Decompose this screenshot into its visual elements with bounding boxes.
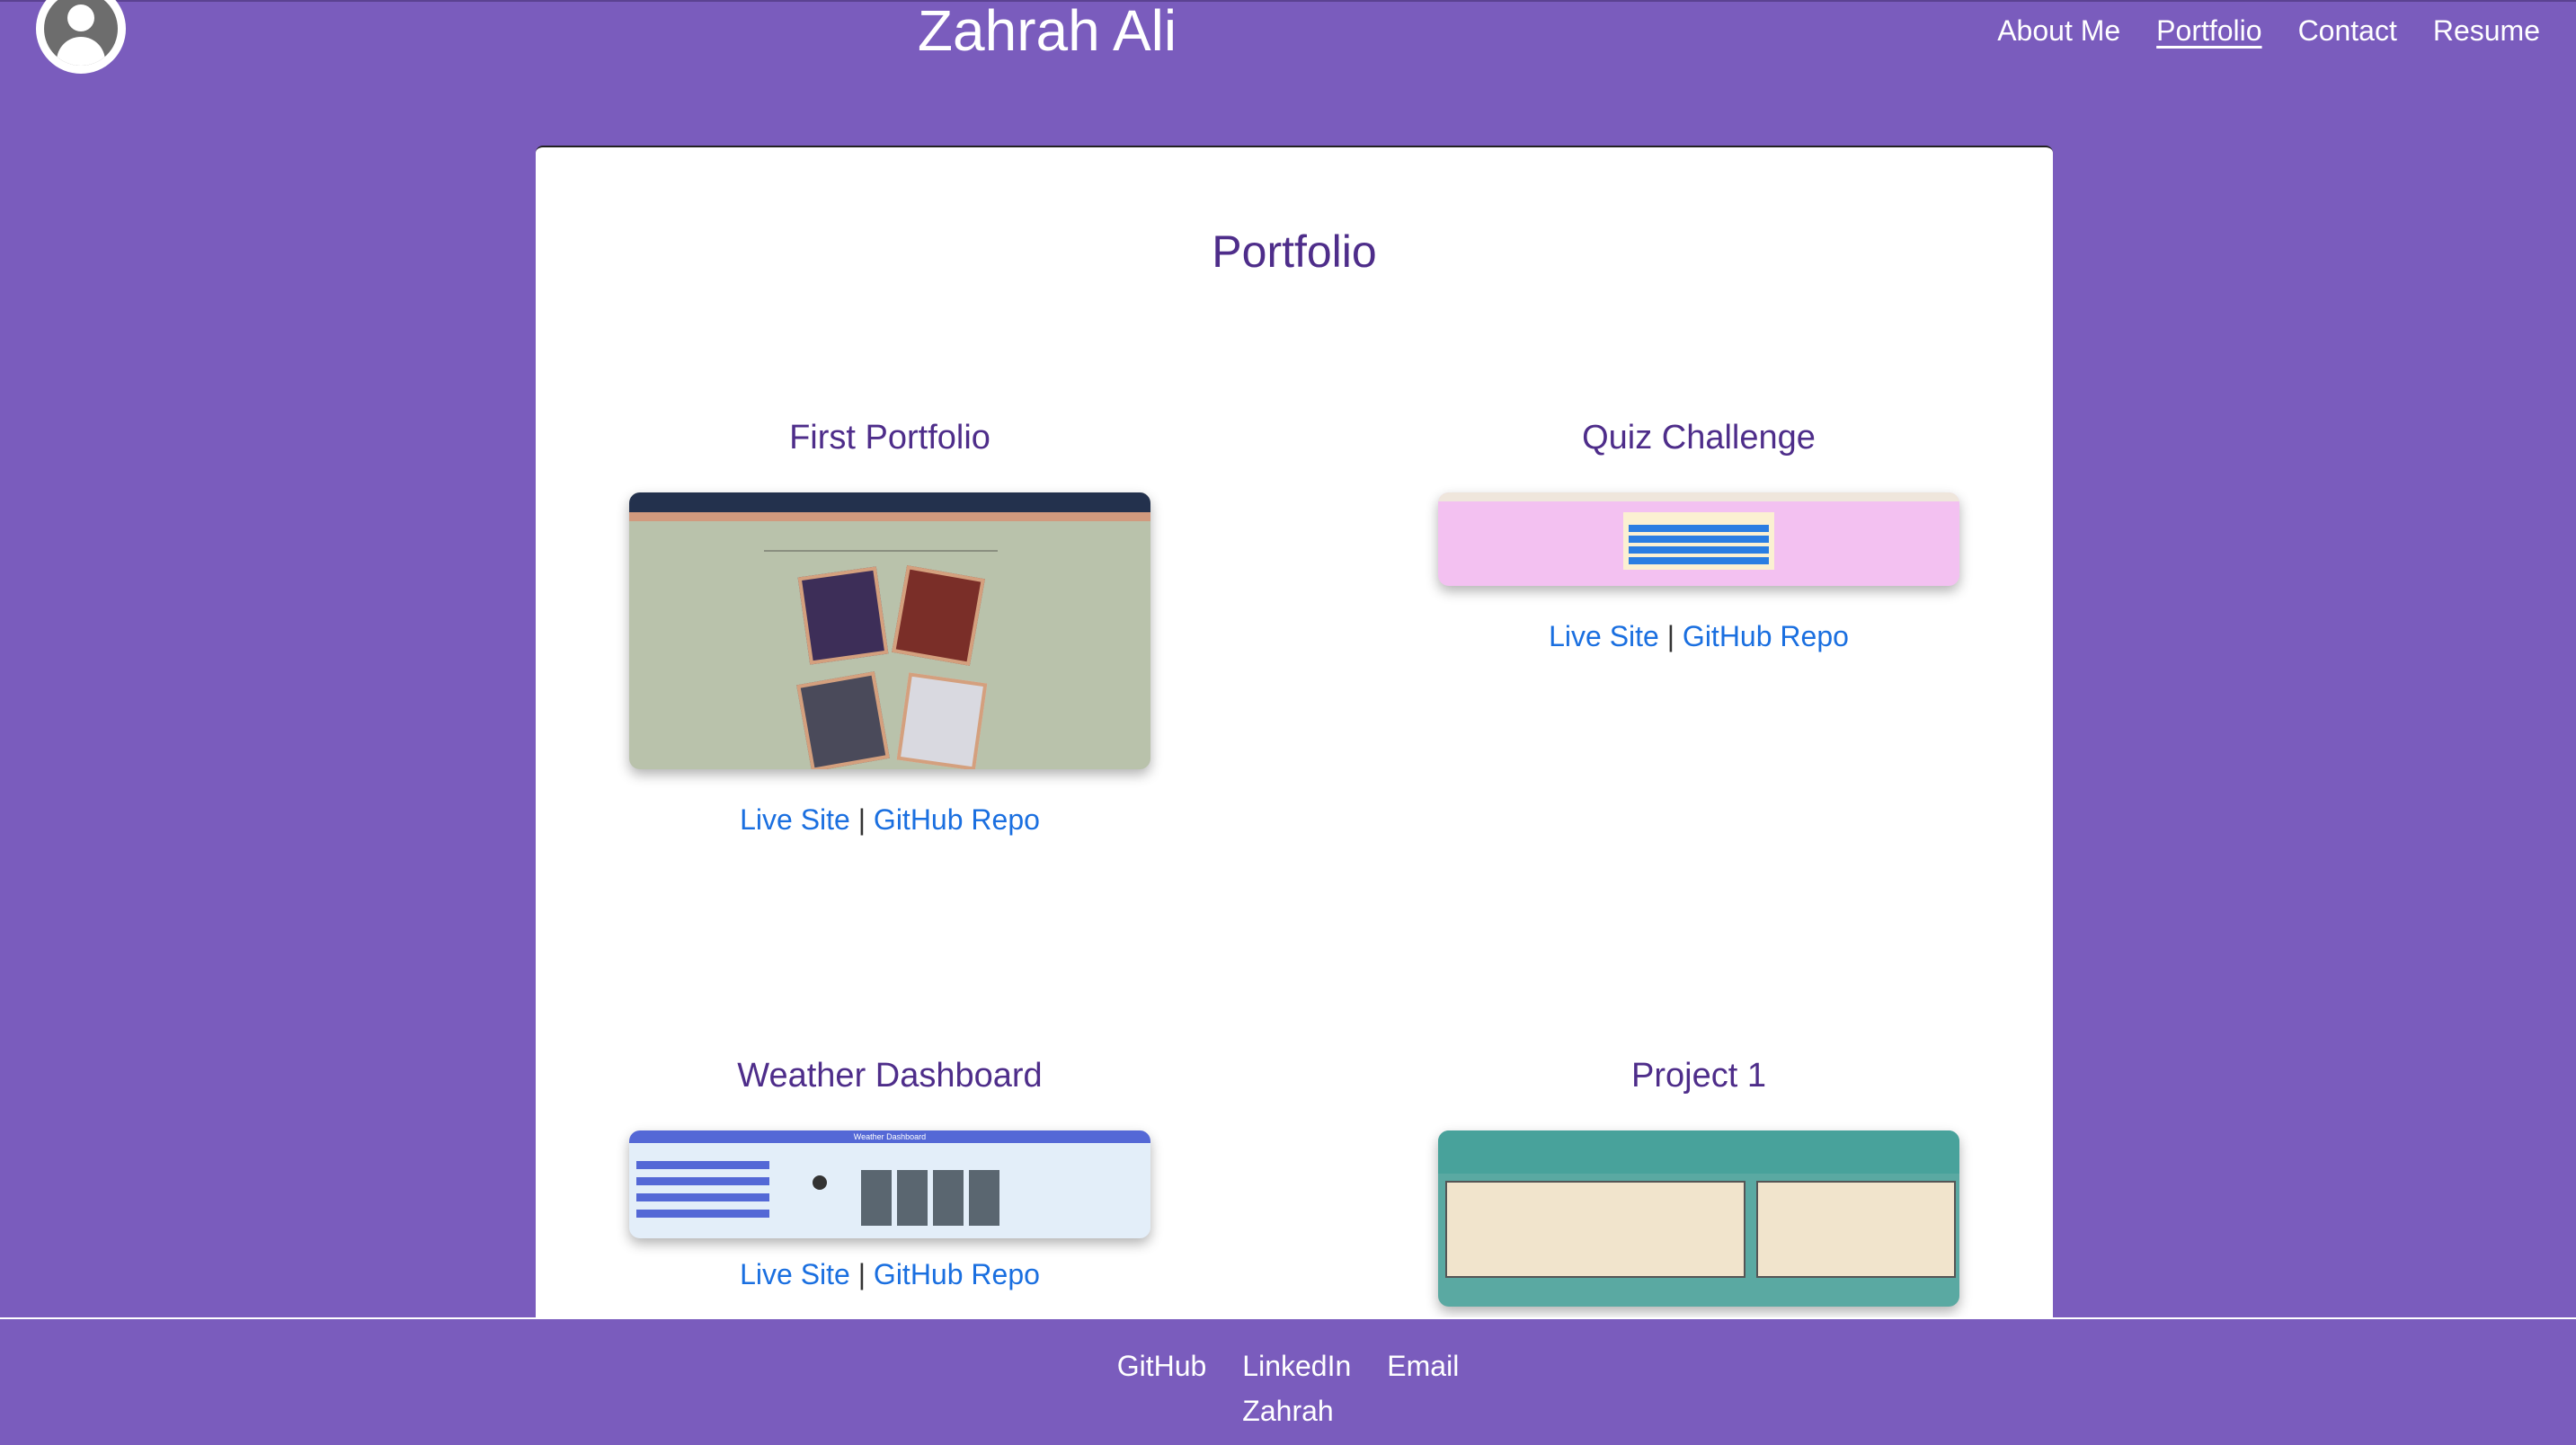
project-first-portfolio: First Portfolio Live Site | GitHub Repo (629, 417, 1150, 838)
project-title: First Portfolio (789, 419, 990, 457)
nav-resume[interactable]: Resume (2433, 13, 2540, 49)
project-links: Live Site | GitHub Repo (629, 1256, 1150, 1292)
link-separator: | (857, 1258, 866, 1290)
live-site-link[interactable]: Live Site (1549, 620, 1659, 652)
project-screenshot[interactable]: Weather Dashboard (629, 1130, 1150, 1238)
project-screenshot[interactable] (629, 492, 1150, 769)
github-repo-link[interactable]: GitHub Repo (1683, 620, 1849, 652)
project-title: Project 1 (1631, 1057, 1766, 1095)
live-site-link[interactable]: Live Site (740, 1258, 850, 1290)
project-screenshot[interactable] (1438, 1130, 1959, 1307)
project-weather-dashboard: Weather Dashboard Weather Dashboard Live… (629, 1055, 1150, 1292)
footer-links: GitHub LinkedIn Email (0, 1348, 2576, 1384)
project-quiz-challenge: Quiz Challenge Live Site | GitHub Repo (1438, 417, 1959, 654)
link-separator: | (857, 803, 866, 836)
site-title: Zahrah Ali (917, 0, 1177, 63)
nav-about-me[interactable]: About Me (1997, 13, 2120, 49)
portfolio-card: Portfolio First Portfolio Live Site | Gi… (536, 146, 2053, 1319)
link-separator: | (1666, 620, 1675, 652)
project-project-1: Project 1 (1438, 1055, 1959, 1307)
footer-email-link[interactable]: Email (1387, 1348, 1459, 1384)
project-links: Live Site | GitHub Repo (1438, 618, 1959, 654)
main-nav: About Me Portfolio Contact Resume (1997, 13, 2540, 49)
footer-linkedin-link[interactable]: LinkedIn (1242, 1348, 1351, 1384)
project-links: Live Site | GitHub Repo (629, 802, 1150, 838)
project-title: Quiz Challenge (1582, 419, 1816, 457)
live-site-link[interactable]: Live Site (740, 803, 850, 836)
footer-github-link[interactable]: GitHub (1117, 1348, 1207, 1384)
github-repo-link[interactable]: GitHub Repo (874, 803, 1040, 836)
footer-name: Zahrah (1242, 1395, 1334, 1427)
avatar-icon (36, 0, 126, 74)
page-title: Portfolio (1212, 226, 1377, 277)
site-header: Zahrah Ali About Me Portfolio Contact Re… (0, 0, 2576, 108)
github-repo-link[interactable]: GitHub Repo (874, 1258, 1040, 1290)
project-title: Weather Dashboard (737, 1057, 1043, 1095)
nav-contact[interactable]: Contact (2298, 13, 2397, 49)
nav-portfolio[interactable]: Portfolio (2156, 13, 2261, 49)
thumb-header: Weather Dashboard (629, 1130, 1150, 1143)
project-screenshot[interactable] (1438, 492, 1959, 586)
site-footer: GitHub LinkedIn Email Zahrah (0, 1317, 2576, 1445)
